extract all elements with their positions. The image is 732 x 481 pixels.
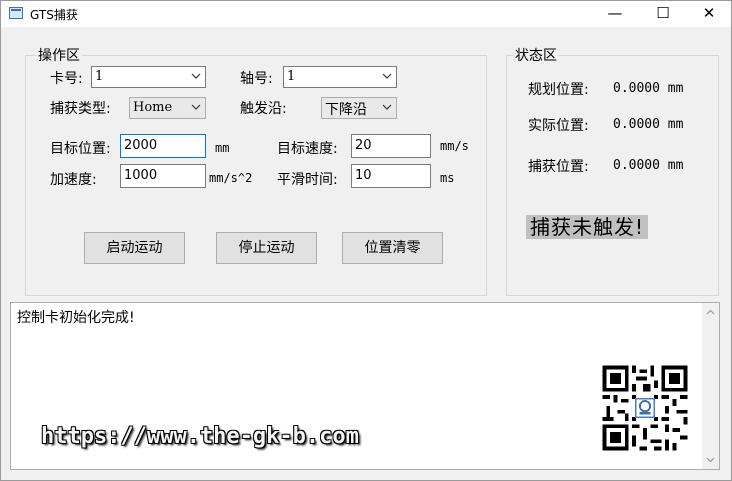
chevron-down-icon xyxy=(191,73,201,79)
planned-position-value: 0.0000 mm xyxy=(613,81,684,96)
target-speed-input[interactable]: 20 xyxy=(351,134,431,158)
scroll-up-arrow-icon[interactable] xyxy=(706,309,715,316)
status-group-title: 状态区 xyxy=(513,45,559,65)
main-window: GTS捕获 — ☐ ✕ 操作区 卡号: 1 轴号: 1 捕获类型: Home 触… xyxy=(0,0,732,481)
card-select-value: 1 xyxy=(95,69,104,84)
chevron-down-icon xyxy=(382,104,392,110)
card-select[interactable]: 1 xyxy=(91,66,206,88)
axis-label: 轴号: xyxy=(240,71,273,87)
chevron-down-icon xyxy=(191,104,201,110)
capture-type-label: 捕获类型: xyxy=(50,101,111,117)
axis-select-value: 1 xyxy=(287,69,296,84)
title-bar[interactable]: GTS捕获 — ☐ ✕ xyxy=(1,1,731,27)
smooth-time-label: 平滑时间: xyxy=(277,172,338,188)
stop-motion-button[interactable]: 停止运动 xyxy=(216,232,317,264)
app-icon xyxy=(9,7,23,19)
smooth-time-input[interactable]: 10 xyxy=(351,164,431,188)
target-position-label: 目标位置: xyxy=(50,141,111,157)
acceleration-unit: mm/s^2 xyxy=(209,171,253,185)
maximize-button[interactable]: ☐ xyxy=(640,1,686,27)
acceleration-input[interactable]: 1000 xyxy=(120,164,206,188)
target-position-value: 2000 xyxy=(124,138,158,153)
target-speed-value: 20 xyxy=(355,138,372,153)
zero-position-button[interactable]: 位置清零 xyxy=(342,232,443,264)
watermark-url: https://www.the-gk-b.com xyxy=(41,424,359,449)
close-button[interactable]: ✕ xyxy=(686,1,732,27)
minimize-button[interactable]: — xyxy=(592,1,638,27)
axis-select[interactable]: 1 xyxy=(283,66,397,88)
log-vertical-scrollbar[interactable] xyxy=(702,303,719,469)
capture-type-select[interactable]: Home xyxy=(129,97,206,119)
smooth-time-value: 10 xyxy=(355,168,372,183)
capture-position-value: 0.0000 mm xyxy=(613,158,684,173)
trigger-edge-label: 触发沿: xyxy=(240,101,287,117)
actual-position-label: 实际位置: xyxy=(528,118,589,134)
acceleration-value: 1000 xyxy=(124,168,158,183)
card-label: 卡号: xyxy=(50,71,83,87)
start-motion-button[interactable]: 启动运动 xyxy=(84,232,185,264)
chevron-down-icon xyxy=(382,73,392,79)
target-position-unit: mm xyxy=(215,141,230,155)
target-speed-label: 目标速度: xyxy=(277,141,338,157)
log-text: 控制卡初始化完成! xyxy=(17,310,135,326)
operation-group-title: 操作区 xyxy=(36,45,82,65)
actual-position-value: 0.0000 mm xyxy=(613,117,684,132)
target-position-input[interactable]: 2000 xyxy=(120,134,206,158)
acceleration-label: 加速度: xyxy=(50,172,97,188)
window-title: GTS捕获 xyxy=(30,8,78,22)
qr-code-image xyxy=(599,362,691,454)
trigger-edge-value: 下降沿 xyxy=(325,102,367,118)
target-speed-unit: mm/s xyxy=(440,139,469,153)
trigger-edge-select[interactable]: 下降沿 xyxy=(321,97,397,119)
capture-position-label: 捕获位置: xyxy=(528,159,589,175)
scroll-down-arrow-icon[interactable] xyxy=(706,456,715,463)
capture-type-value: Home xyxy=(133,100,173,115)
smooth-time-unit: ms xyxy=(440,171,455,185)
planned-position-label: 规划位置: xyxy=(528,82,589,98)
capture-trigger-status: 捕获未触发! xyxy=(526,215,649,239)
